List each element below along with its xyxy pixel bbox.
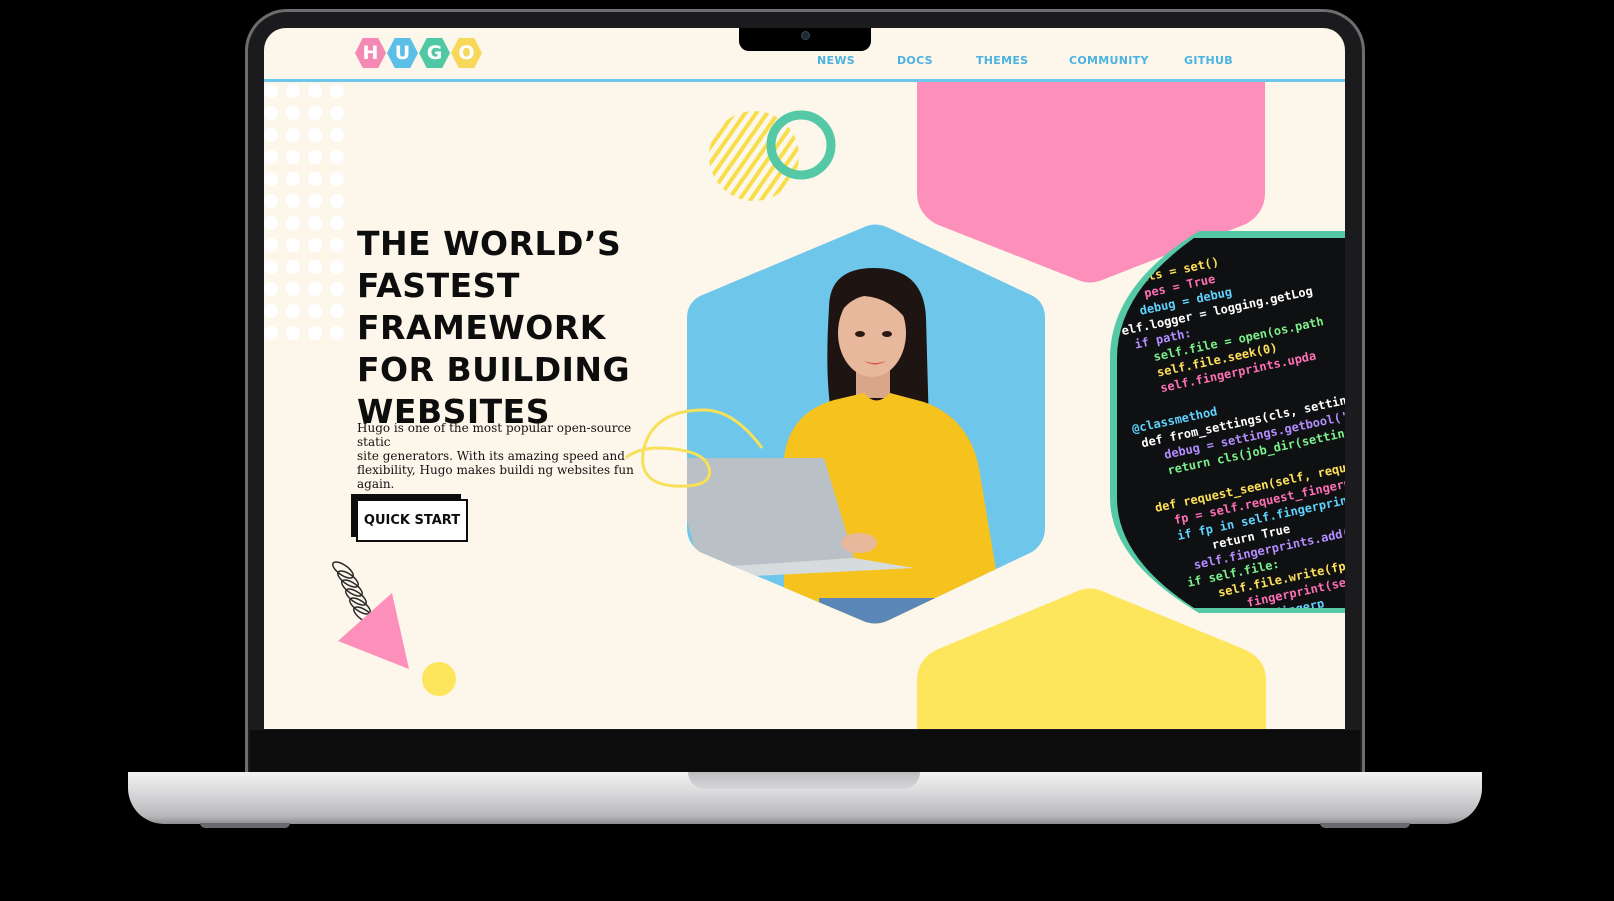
headline-line: FOR BUILDING — [357, 350, 631, 389]
dot-grid-decoration — [264, 84, 344, 340]
description-line: flexibility, Hugo makes buildi ng websit… — [357, 463, 634, 491]
laptop-foot-left — [200, 823, 290, 828]
logo-letter-o: O — [451, 37, 482, 69]
pink-triangle-decoration — [338, 593, 409, 669]
nav-link-themes[interactable]: THEMES — [976, 54, 1028, 67]
quick-start-button[interactable]: QUICK START — [356, 499, 468, 542]
laptop-base-notch — [688, 772, 920, 789]
yellow-dot-decoration — [422, 662, 456, 696]
nav-link-github[interactable]: GITHUB — [1184, 54, 1233, 67]
code-screenshot-image: nts = set()pes = Truedebug = debugelf.lo… — [1117, 238, 1345, 608]
nav-link-community[interactable]: COMMUNITY — [1069, 54, 1149, 67]
logo-letter-g: G — [419, 37, 450, 69]
description-line: site generators. With its amazing speed … — [357, 449, 625, 463]
headline-line: FASTEST FRAMEWORK — [357, 266, 606, 347]
hero-description: Hugo is one of the most popular open-sou… — [357, 421, 647, 491]
website-screen: nts = set() pes = True debug = debug elf.lo… — [264, 28, 1345, 729]
nav-link-docs[interactable]: DOCS — [897, 54, 933, 67]
logo-letter-h: H — [355, 37, 386, 69]
logo-letter-u: U — [387, 37, 418, 69]
headline-line: THE WORLD’S — [357, 224, 622, 263]
camera-icon — [801, 31, 810, 40]
hero-headline: THE WORLD’S FASTEST FRAMEWORK FOR BUILDI… — [357, 223, 757, 433]
description-line: Hugo is one of the most popular open-sou… — [357, 421, 632, 449]
nav-link-news[interactable]: NEWS — [817, 54, 855, 67]
laptop-foot-right — [1320, 823, 1410, 828]
hugo-logo[interactable]: H U G O — [355, 37, 482, 69]
laptop-bezel-bottom — [250, 730, 1360, 772]
